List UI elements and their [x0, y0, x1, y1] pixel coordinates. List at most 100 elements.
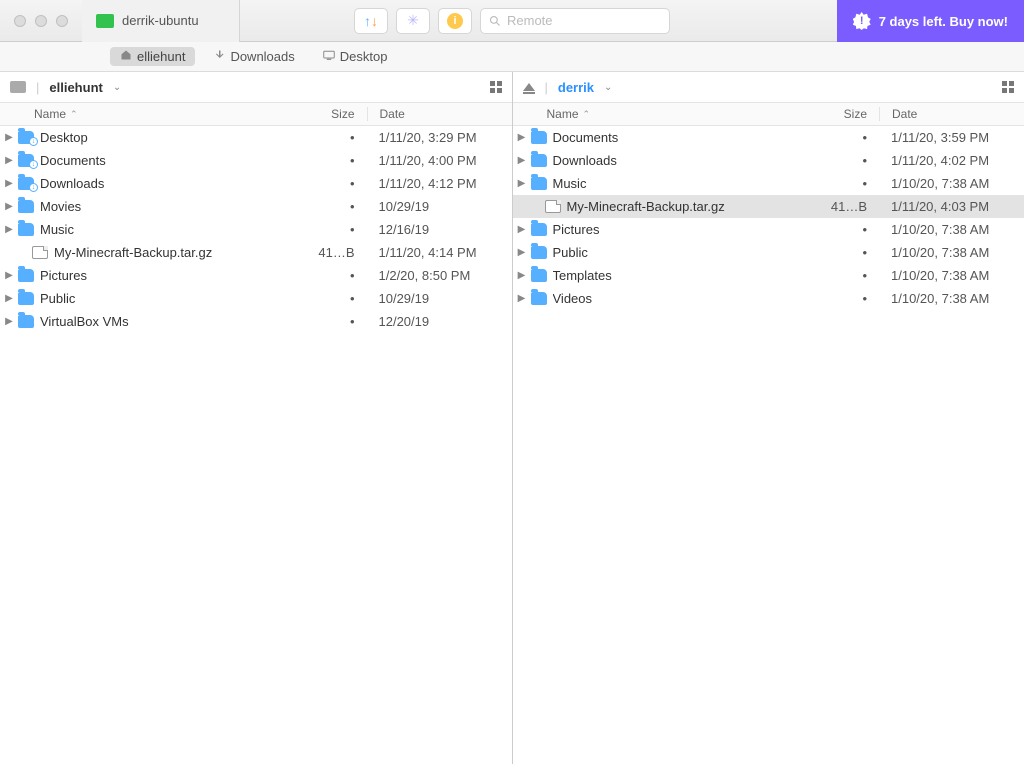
close-button[interactable] [14, 15, 26, 27]
zoom-button[interactable] [56, 15, 68, 27]
col-date[interactable]: Date [367, 107, 512, 121]
file-name: Documents [40, 153, 297, 168]
col-size[interactable]: Size [809, 107, 879, 121]
col-date[interactable]: Date [879, 107, 1024, 121]
drive-icon [10, 81, 26, 93]
folder-icon [531, 292, 547, 305]
folder-row[interactable]: ▶ ↓ Desktop • 1/11/20, 3:29 PM [0, 126, 512, 149]
file-size: • [297, 291, 367, 306]
download-icon [213, 49, 225, 64]
breadcrumb-downloads[interactable]: Downloads [203, 47, 304, 66]
local-file-list: ▶ ↓ Desktop • 1/11/20, 3:29 PM ▶ ↓ Docum… [0, 126, 512, 764]
remote-location[interactable]: derrik [558, 80, 594, 95]
view-mode-button[interactable] [490, 81, 502, 93]
disclosure-triangle[interactable]: ▶ [513, 293, 531, 304]
file-size: • [297, 176, 367, 191]
folder-icon [18, 315, 34, 328]
disclosure-triangle[interactable]: ▶ [0, 224, 18, 235]
breadcrumb-desktop[interactable]: Desktop [313, 47, 398, 66]
disclosure-triangle[interactable]: ▶ [0, 316, 18, 327]
file-date: 1/11/20, 4:02 PM [879, 153, 1024, 168]
col-size[interactable]: Size [297, 107, 367, 121]
file-date: 1/10/20, 7:38 AM [879, 268, 1024, 283]
eject-icon[interactable] [523, 83, 535, 91]
file-date: 1/2/20, 8:50 PM [367, 268, 512, 283]
info-icon: i [447, 13, 463, 29]
buy-banner[interactable]: ! 7 days left. Buy now! [837, 0, 1024, 42]
minimize-button[interactable] [35, 15, 47, 27]
file-row[interactable]: My-Minecraft-Backup.tar.gz 41…B 1/11/20,… [0, 241, 512, 264]
folder-row[interactable]: ▶ Templates • 1/10/20, 7:38 AM [513, 264, 1024, 287]
folder-row[interactable]: ▶ Videos • 1/10/20, 7:38 AM [513, 287, 1024, 310]
folder-row[interactable]: ▶ Public • 10/29/19 [0, 287, 512, 310]
file-date: 1/11/20, 4:12 PM [367, 176, 512, 191]
folder-icon [531, 131, 547, 144]
folder-row[interactable]: ▶ Documents • 1/11/20, 3:59 PM [513, 126, 1024, 149]
file-date: 1/11/20, 4:03 PM [879, 199, 1024, 214]
arrow-down-icon: ↓ [371, 13, 378, 29]
folder-row[interactable]: ▶ ↓ Documents • 1/11/20, 4:00 PM [0, 149, 512, 172]
local-location[interactable]: elliehunt [49, 80, 102, 95]
file-size: • [809, 291, 879, 306]
folder-row[interactable]: ▶ Downloads • 1/11/20, 4:02 PM [513, 149, 1024, 172]
folder-row[interactable]: ▶ Pictures • 1/2/20, 8:50 PM [0, 264, 512, 287]
breadcrumb-elliehunt[interactable]: elliehunt [110, 47, 195, 66]
file-name: My-Minecraft-Backup.tar.gz [54, 245, 297, 260]
folder-row[interactable]: ▶ Music • 1/10/20, 7:38 AM [513, 172, 1024, 195]
folder-row[interactable]: ▶ Public • 1/10/20, 7:38 AM [513, 241, 1024, 264]
file-name: Public [40, 291, 297, 306]
chevron-down-icon[interactable]: ⌄ [604, 82, 612, 93]
col-name[interactable]: Name ⌃ [0, 107, 297, 121]
tab-label: derrik-ubuntu [122, 13, 199, 28]
disclosure-triangle[interactable]: ▶ [0, 132, 18, 143]
folder-row[interactable]: ▶ Music • 12/16/19 [0, 218, 512, 241]
home-icon [120, 49, 132, 64]
disclosure-triangle[interactable]: ▶ [0, 270, 18, 281]
disclosure-triangle[interactable]: ▶ [513, 178, 531, 189]
disclosure-triangle[interactable]: ▶ [513, 132, 531, 143]
remote-column-header: Name ⌃ Size Date [513, 102, 1024, 126]
folder-row[interactable]: ▶ Pictures • 1/10/20, 7:38 AM [513, 218, 1024, 241]
disclosure-triangle[interactable]: ▶ [513, 155, 531, 166]
folder-row[interactable]: ▶ Movies • 10/29/19 [0, 195, 512, 218]
file-size: • [809, 268, 879, 283]
file-name: Desktop [40, 130, 297, 145]
folder-icon [531, 269, 547, 282]
disclosure-triangle[interactable]: ▶ [513, 224, 531, 235]
folder-icon [531, 246, 547, 259]
search-input[interactable]: Remote [480, 8, 670, 34]
titlebar: derrik-ubuntu ↑↓ ✳ i Remote ! 7 days lef… [0, 0, 1024, 42]
disclosure-triangle[interactable]: ▶ [0, 155, 18, 166]
file-name: Downloads [40, 176, 297, 191]
col-name[interactable]: Name ⌃ [513, 107, 810, 121]
disclosure-triangle[interactable]: ▶ [513, 247, 531, 258]
folder-icon: ↓ [18, 131, 34, 144]
file-date: 12/16/19 [367, 222, 512, 237]
disclosure-triangle[interactable]: ▶ [0, 178, 18, 189]
file-date: 1/10/20, 7:38 AM [879, 291, 1024, 306]
chevron-down-icon[interactable]: ⌄ [113, 82, 121, 93]
file-row[interactable]: My-Minecraft-Backup.tar.gz 41…B 1/11/20,… [513, 195, 1024, 218]
file-size: • [297, 314, 367, 329]
file-name: My-Minecraft-Backup.tar.gz [567, 199, 810, 214]
view-mode-button[interactable] [1002, 81, 1014, 93]
folder-row[interactable]: ▶ VirtualBox VMs • 12/20/19 [0, 310, 512, 333]
connection-tab[interactable]: derrik-ubuntu [82, 0, 240, 42]
file-name: VirtualBox VMs [40, 314, 297, 329]
disclosure-triangle[interactable]: ▶ [0, 201, 18, 212]
folder-icon [531, 223, 547, 236]
folder-row[interactable]: ▶ ↓ Downloads • 1/11/20, 4:12 PM [0, 172, 512, 195]
file-name: Music [40, 222, 297, 237]
disclosure-triangle[interactable]: ▶ [0, 293, 18, 304]
file-date: 1/10/20, 7:38 AM [879, 222, 1024, 237]
sync-button[interactable]: ↑↓ [354, 8, 388, 34]
file-size: 41…B [809, 199, 879, 214]
file-icon [32, 246, 48, 259]
disclosure-triangle[interactable]: ▶ [513, 270, 531, 281]
info-button[interactable]: i [438, 8, 472, 34]
breadcrumb-label: Downloads [230, 49, 294, 64]
desktop-icon [323, 49, 335, 64]
activity-button[interactable]: ✳ [396, 8, 430, 34]
local-pane: | elliehunt ⌄ Name ⌃ Size Date ▶ ↓ Deskt… [0, 72, 513, 764]
remote-pane-header: | derrik ⌄ [513, 72, 1024, 102]
